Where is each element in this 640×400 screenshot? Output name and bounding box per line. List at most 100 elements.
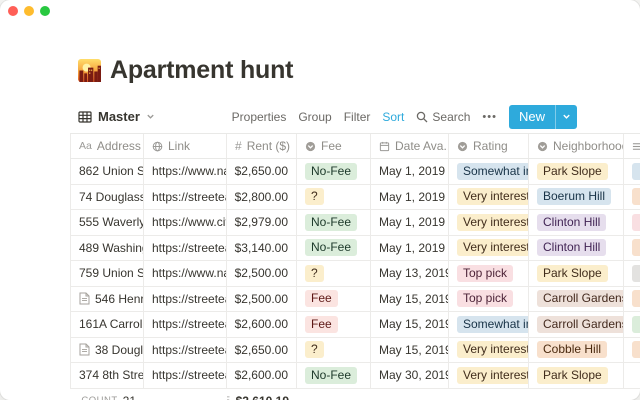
cell-date[interactable]: May 1, 2019 [371, 185, 449, 210]
cell-clipped[interactable] [624, 338, 640, 363]
cell-rating[interactable]: Very interested [449, 236, 529, 261]
table-row[interactable]: 546 Henryhttps://streetea$2,500.00FeeMay… [70, 287, 640, 313]
cell-neighborhood[interactable]: Carroll Gardens [529, 287, 624, 312]
filter-button[interactable]: Filter [344, 110, 371, 124]
cell-neighborhood[interactable]: Carroll Gardens [529, 312, 624, 337]
cell-rating[interactable]: Very interested [449, 210, 529, 235]
cell-clipped[interactable] [624, 261, 640, 286]
zoom-window-button[interactable] [40, 6, 50, 16]
page-title[interactable]: Apartment hunt [110, 56, 293, 85]
cell-fee[interactable]: No-Fee [297, 236, 371, 261]
cell-rating[interactable]: Top pick [449, 287, 529, 312]
column-header-rating[interactable]: Rating [449, 134, 529, 158]
column-header-date[interactable]: Date Ava... [371, 134, 449, 158]
table-row[interactable]: 74 Douglass Sthttps://streetea$2,800.00?… [70, 185, 640, 211]
cell-rent[interactable]: $2,800.00 [227, 185, 297, 210]
cell-fee[interactable]: Fee [297, 312, 371, 337]
cell-rating[interactable]: Very interested [449, 338, 529, 363]
cell-neighborhood[interactable]: Park Slope [529, 363, 624, 388]
minimize-window-button[interactable] [24, 6, 34, 16]
cell-fee[interactable]: ? [297, 261, 371, 286]
view-switcher-master[interactable]: Master [78, 109, 155, 124]
cell-address[interactable]: 74 Douglass St [70, 185, 144, 210]
table-row[interactable]: 862 Union Strehttps://www.na$2,650.00No-… [70, 159, 640, 185]
cell-address[interactable]: 374 8th Street [70, 363, 144, 388]
cell-link[interactable]: https://streetea [144, 287, 227, 312]
new-button[interactable]: New [509, 105, 577, 129]
table-row[interactable]: 38 Douglashttps://streetea$2,650.00?May … [70, 338, 640, 364]
more-options-button[interactable]: ••• [482, 111, 497, 123]
cell-rating[interactable]: Very interested [449, 363, 529, 388]
cell-rent[interactable]: $3,140.00 [227, 236, 297, 261]
cell-neighborhood[interactable]: Clinton Hill [529, 210, 624, 235]
cell-rating[interactable]: Top pick [449, 261, 529, 286]
cell-address[interactable]: 546 Henry [70, 287, 144, 312]
cell-date[interactable]: May 30, 2019 [371, 363, 449, 388]
cell-clipped[interactable] [624, 363, 640, 388]
cell-neighborhood[interactable]: Park Slope [529, 261, 624, 286]
cell-rent[interactable]: $2,650.00 [227, 159, 297, 184]
table-row[interactable]: 555 Waverly Ahttps://www.cit$2,979.00No-… [70, 210, 640, 236]
group-button[interactable]: Group [298, 110, 331, 124]
cell-date[interactable]: May 1, 2019 [371, 210, 449, 235]
cell-rent[interactable]: $2,500.00 [227, 261, 297, 286]
cell-address[interactable]: 555 Waverly A [70, 210, 144, 235]
new-dropdown-button[interactable] [556, 112, 577, 121]
cell-clipped[interactable] [624, 210, 640, 235]
cell-clipped[interactable] [624, 159, 640, 184]
cell-address[interactable]: 161A Carroll St [70, 312, 144, 337]
average-calc[interactable]: AVERAGE $2,610.19 [227, 391, 297, 400]
cell-link[interactable]: https://streetea [144, 312, 227, 337]
cell-clipped[interactable] [624, 236, 640, 261]
search-button[interactable]: Search [416, 110, 470, 124]
cell-rent[interactable]: $2,600.00 [227, 363, 297, 388]
cell-address[interactable]: 759 Union Stre [70, 261, 144, 286]
table-row[interactable]: 161A Carroll Sthttps://streetea$2,600.00… [70, 312, 640, 338]
column-header-neighborhood[interactable]: Neighborhood [529, 134, 624, 158]
cell-address[interactable]: 38 Douglas [70, 338, 144, 363]
column-header-fee[interactable]: Fee [297, 134, 371, 158]
cell-date[interactable]: May 15, 2019 [371, 312, 449, 337]
cell-link[interactable]: https://www.cit [144, 210, 227, 235]
cell-link[interactable]: https://streetea [144, 363, 227, 388]
cell-fee[interactable]: Fee [297, 287, 371, 312]
cell-rent[interactable]: $2,600.00 [227, 312, 297, 337]
cell-rent[interactable]: $2,650.00 [227, 338, 297, 363]
cell-date[interactable]: May 1, 2019 [371, 236, 449, 261]
properties-button[interactable]: Properties [232, 110, 287, 124]
cell-rating[interactable]: Very interested [449, 185, 529, 210]
sort-button[interactable]: Sort [382, 110, 404, 124]
close-window-button[interactable] [8, 6, 18, 16]
cell-rating[interactable]: Somewhat interested [449, 312, 529, 337]
cell-clipped[interactable] [624, 312, 640, 337]
table-row[interactable]: 374 8th Streethttps://streetea$2,600.00N… [70, 363, 640, 389]
cell-clipped[interactable] [624, 185, 640, 210]
cell-address[interactable]: 862 Union Stre [70, 159, 144, 184]
cell-neighborhood[interactable]: Cobble Hill [529, 338, 624, 363]
cell-link[interactable]: https://streetea [144, 338, 227, 363]
cell-neighborhood[interactable]: Boerum Hill [529, 185, 624, 210]
cell-link[interactable]: https://streetea [144, 185, 227, 210]
cell-date[interactable]: May 15, 2019 [371, 287, 449, 312]
column-header-rent[interactable]: # Rent ($) [227, 134, 297, 158]
count-calc[interactable]: COUNT 21 [70, 391, 144, 400]
cell-fee[interactable]: No-Fee [297, 363, 371, 388]
cell-fee[interactable]: ? [297, 338, 371, 363]
cell-clipped[interactable] [624, 287, 640, 312]
cell-neighborhood[interactable]: Clinton Hill [529, 236, 624, 261]
column-header-address[interactable]: Aa Address [70, 134, 144, 158]
cell-link[interactable]: https://streetea [144, 236, 227, 261]
column-header-link[interactable]: Link [144, 134, 227, 158]
sunset-city-emoji[interactable] [78, 59, 101, 82]
cell-fee[interactable]: No-Fee [297, 210, 371, 235]
cell-neighborhood[interactable]: Park Slope [529, 159, 624, 184]
table-row[interactable]: 489 Washingtohttps://streetea$3,140.00No… [70, 236, 640, 262]
cell-rent[interactable]: $2,500.00 [227, 287, 297, 312]
cell-rating[interactable]: Somewhat interested [449, 159, 529, 184]
column-header-clipped[interactable] [624, 134, 640, 158]
cell-address[interactable]: 489 Washingto [70, 236, 144, 261]
cell-link[interactable]: https://www.na [144, 261, 227, 286]
table-row[interactable]: 759 Union Strehttps://www.na$2,500.00?Ma… [70, 261, 640, 287]
cell-date[interactable]: May 13, 2019 [371, 261, 449, 286]
cell-date[interactable]: May 15, 2019 [371, 338, 449, 363]
